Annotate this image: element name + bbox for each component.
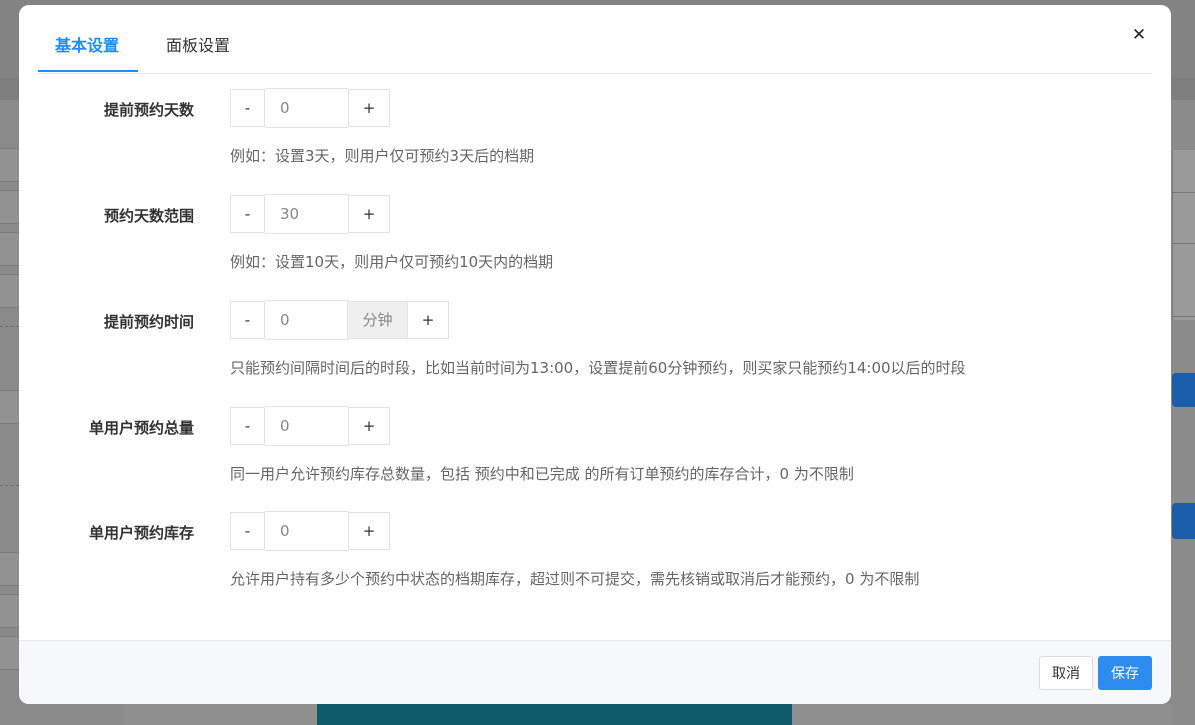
field-label: 提前预约天数	[103, 101, 194, 119]
decrement-button[interactable]: -	[230, 195, 265, 233]
decrement-button[interactable]: -	[230, 89, 265, 127]
background-left-box	[0, 594, 20, 628]
increment-button[interactable]: +	[348, 89, 390, 127]
increment-button[interactable]: +	[348, 195, 390, 233]
background-right-divider	[1172, 316, 1195, 317]
range-days-input[interactable]	[265, 194, 348, 234]
user-stock-input[interactable]	[265, 511, 348, 551]
user-stock-stepper: - +	[230, 511, 390, 551]
background-right-panel	[1172, 150, 1195, 320]
background-right-divider	[1172, 192, 1195, 193]
field-label: 单用户预约总量	[88, 419, 194, 437]
advance-time-stepper: - 分钟 +	[230, 300, 449, 340]
background-bottom-block	[124, 704, 317, 725]
modal-footer: 取消 保存	[19, 640, 1171, 704]
background-left-box	[0, 636, 20, 670]
increment-button[interactable]: +	[407, 301, 449, 339]
background-left-box	[0, 232, 20, 266]
tab-bar: 基本设置 面板设置	[38, 5, 1152, 74]
decrement-button[interactable]: -	[230, 512, 265, 550]
advance-days-stepper: - +	[230, 88, 390, 128]
background-divider	[0, 326, 19, 327]
settings-modal: 基本设置 面板设置 ✕ 提前预约天数 - + 例如：设置3天，则用户仅可预约3天…	[19, 5, 1171, 704]
advance-time-input[interactable]	[265, 300, 348, 340]
background-left-box	[0, 190, 20, 224]
close-icon[interactable]: ✕	[1129, 25, 1149, 45]
field-label: 单用户预约库存	[88, 524, 194, 542]
save-button[interactable]: 保存	[1098, 656, 1152, 690]
field-hint: 同一用户允许预约库存总数量，包括 预约中和已完成 的所有订单预约的库存合计，0 …	[230, 465, 854, 483]
background-bottom-panel	[317, 704, 792, 725]
field-hint: 例如：设置3天，则用户仅可预约3天后的档期	[230, 147, 535, 165]
range-days-stepper: - +	[230, 194, 390, 234]
cancel-button[interactable]: 取消	[1039, 656, 1093, 690]
field-label: 预约天数范围	[103, 207, 194, 225]
background-blue-button	[1172, 503, 1195, 539]
background-left-box	[0, 552, 20, 586]
background-left-box	[0, 148, 20, 182]
field-hint: 例如：设置10天，则用户仅可预约10天内的档期	[230, 253, 554, 271]
tab-panel-settings[interactable]: 面板设置	[166, 35, 230, 57]
decrement-button[interactable]: -	[230, 407, 265, 445]
increment-button[interactable]: +	[348, 407, 390, 445]
unit-label: 分钟	[348, 301, 407, 339]
active-tab-indicator	[38, 70, 138, 72]
background-left-box	[0, 390, 20, 424]
field-hint: 只能预约间隔时间后的时段，比如当前时间为13:00，设置提前60分钟预约，则买家…	[230, 359, 966, 377]
background-blue-button	[1172, 373, 1195, 407]
advance-days-input[interactable]	[265, 88, 348, 128]
user-total-input[interactable]	[265, 406, 348, 446]
tab-basic-settings[interactable]: 基本设置	[55, 35, 119, 57]
background-bottom-block	[792, 704, 1172, 725]
field-label: 提前预约时间	[103, 313, 194, 331]
decrement-button[interactable]: -	[230, 301, 265, 339]
increment-button[interactable]: +	[348, 512, 390, 550]
background-right-divider	[1172, 243, 1195, 244]
user-total-stepper: - +	[230, 406, 390, 446]
field-hint: 允许用户持有多少个预约中状态的档期库存，超过则不可提交，需先核销或取消后才能预约…	[230, 570, 920, 588]
background-divider	[0, 485, 19, 486]
background-left-box	[0, 274, 20, 308]
